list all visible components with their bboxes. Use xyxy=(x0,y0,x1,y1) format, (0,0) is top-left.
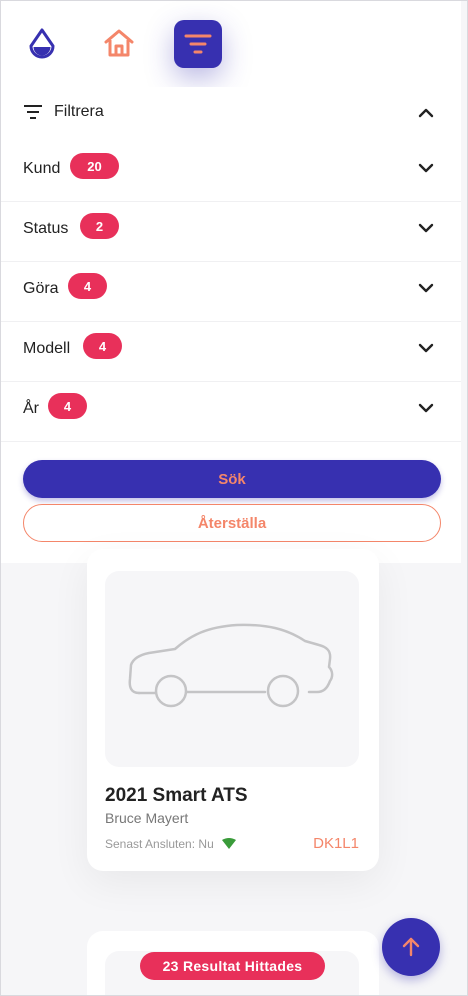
filter-row-gora[interactable]: Göra 4 xyxy=(1,261,461,322)
scroll-top-button[interactable] xyxy=(382,918,440,976)
filter-row-label: Status xyxy=(23,220,69,237)
filter-row-modell[interactable]: Modell 4 xyxy=(1,321,461,382)
filter-icon xyxy=(184,34,212,54)
filter-header-label: Filtrera xyxy=(54,103,104,120)
count-badge: 4 xyxy=(68,273,107,299)
vehicle-card[interactable]: 2021 Smart ATS Bruce Mayert Senast Anslu… xyxy=(87,549,379,871)
filter-header[interactable]: Filtrera xyxy=(1,87,461,137)
chevron-down-icon[interactable] xyxy=(415,338,437,358)
filter-lines-icon xyxy=(24,105,42,119)
car-icon xyxy=(128,623,334,708)
count-badge: 4 xyxy=(48,393,87,419)
app-frame: Filtrera Kund 20 Status 2 Göra 4 Modell … xyxy=(0,0,468,996)
chevron-down-icon[interactable] xyxy=(415,158,437,178)
nav-home-button[interactable] xyxy=(95,19,143,67)
filter-panel: Filtrera Kund 20 Status 2 Göra 4 Modell … xyxy=(1,87,461,563)
vehicle-title: 2021 Smart ATS xyxy=(105,785,248,806)
filter-row-label: Modell xyxy=(23,340,71,357)
top-navigation xyxy=(1,1,461,87)
results-count-badge: 23 Resultat Hittades xyxy=(140,952,325,980)
chevron-down-icon[interactable] xyxy=(415,218,437,238)
reset-button[interactable]: Återställa xyxy=(23,504,441,542)
signal-icon xyxy=(222,838,236,849)
last-connected-text: Senast Ansluten: Nu xyxy=(105,837,214,851)
filter-row-status[interactable]: Status 2 xyxy=(1,201,461,262)
arrow-up-icon xyxy=(402,937,420,957)
chevron-down-icon[interactable] xyxy=(415,278,437,298)
filter-row-kund[interactable]: Kund 20 xyxy=(1,141,461,202)
count-badge: 4 xyxy=(83,333,122,359)
nav-filter-button[interactable] xyxy=(174,20,222,68)
home-icon xyxy=(104,29,134,57)
vehicle-code: DK1L1 xyxy=(313,835,359,852)
filter-row-label: Kund xyxy=(23,160,61,177)
filter-row-label: Göra xyxy=(23,280,59,297)
nav-drop-button[interactable] xyxy=(18,19,66,67)
vehicle-owner: Bruce Mayert xyxy=(105,810,189,826)
count-badge: 20 xyxy=(70,153,119,179)
search-button[interactable]: Sök xyxy=(23,460,441,498)
filter-row-ar[interactable]: År 4 xyxy=(1,381,461,442)
filter-row-label: År xyxy=(23,400,39,417)
chevron-up-icon[interactable] xyxy=(415,103,437,123)
water-drop-icon xyxy=(29,28,55,59)
vehicle-image xyxy=(105,571,359,767)
count-badge: 2 xyxy=(80,213,119,239)
chevron-down-icon[interactable] xyxy=(415,398,437,418)
